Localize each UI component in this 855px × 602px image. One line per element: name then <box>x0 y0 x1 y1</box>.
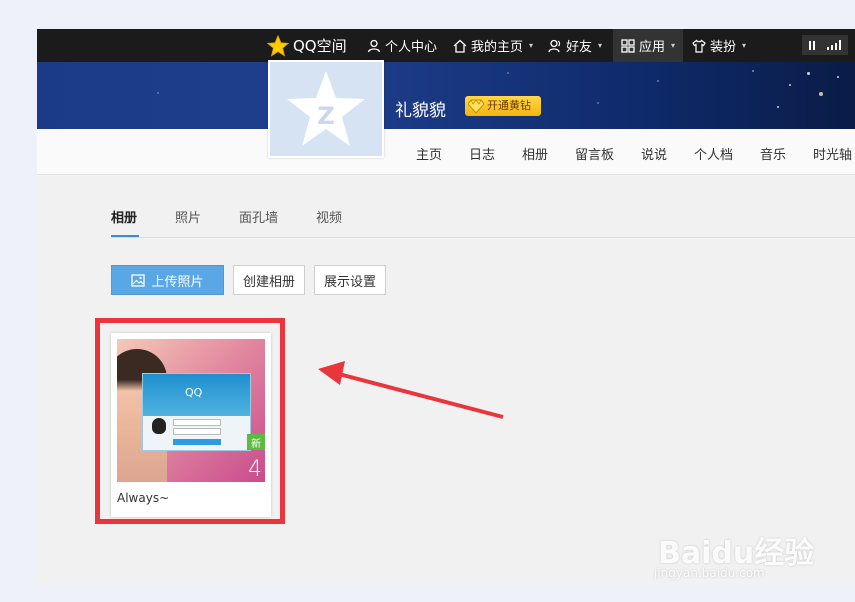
avatar[interactable]: Z <box>268 60 384 158</box>
nav-item-blog[interactable]: 日志 <box>469 144 495 163</box>
qzone-star-avatar-icon: Z <box>287 71 365 146</box>
nav-item-timeline[interactable]: 时光轴 <box>813 144 852 163</box>
topbar-item-my-home[interactable]: 我的主页 ▾ <box>453 29 533 62</box>
friends-icon <box>548 39 561 52</box>
topbar-item-label: 好友 <box>566 40 593 55</box>
pause-icon[interactable] <box>809 40 815 50</box>
profile-name[interactable]: 礼貌貌 <box>395 96 446 121</box>
vip-label: 开通黄钻 <box>487 99 531 112</box>
display-settings-button[interactable]: 展示设置 <box>314 265 386 295</box>
user-icon <box>367 39 381 52</box>
music-player-control[interactable] <box>802 35 848 55</box>
nav-item-home[interactable]: 主页 <box>416 144 442 163</box>
topbar-item-personal-center[interactable]: 个人中心 <box>367 29 437 62</box>
home-icon <box>453 39 467 53</box>
tab-photos[interactable]: 照片 <box>175 207 201 226</box>
tab-face-wall[interactable]: 面孔墙 <box>239 207 278 226</box>
diamond-icon <box>468 99 484 114</box>
highlight-box <box>95 318 285 524</box>
topbar-item-label: 应用 <box>639 40 666 55</box>
qzone-brand[interactable]: QQ空间 <box>267 29 347 62</box>
topbar-item-friends[interactable]: 好友 ▾ <box>548 29 602 62</box>
create-album-button[interactable]: 创建相册 <box>233 265 305 295</box>
tab-divider <box>111 237 855 238</box>
chevron-down-icon: ▾ <box>529 41 534 50</box>
topbar-item-label: 装扮 <box>710 40 737 55</box>
topbar-item-label: 个人中心 <box>385 40 438 55</box>
top-bar: QQ空间 个人中心 我的主页 ▾ 好友 ▾ 应用 ▾ 装扮 ▾ <box>37 29 855 62</box>
nav-item-profile[interactable]: 个人档 <box>694 144 733 163</box>
apps-grid-icon <box>621 38 635 53</box>
profile-banner <box>37 62 855 129</box>
brand-label: QQ空间 <box>293 37 347 55</box>
svg-text:Z: Z <box>317 102 334 130</box>
chevron-down-icon: ▾ <box>598 41 603 50</box>
nav-item-status[interactable]: 说说 <box>641 144 667 163</box>
display-settings-label: 展示设置 <box>323 274 376 290</box>
volume-bars-icon <box>827 40 841 50</box>
upload-label: 上传照片 <box>151 274 204 290</box>
upload-photo-button[interactable]: 上传照片 <box>111 265 224 295</box>
tab-videos[interactable]: 视频 <box>316 207 342 226</box>
nav-item-message-board[interactable]: 留言板 <box>575 144 614 163</box>
main-nav: 主页 日志 相册 留言板 说说 个人档 音乐 时光轴 <box>37 129 855 175</box>
nav-item-music[interactable]: 音乐 <box>760 144 786 163</box>
photo-upload-icon <box>131 273 146 287</box>
topbar-item-label: 我的主页 <box>471 40 524 55</box>
topbar-item-decorate[interactable]: 装扮 ▾ <box>692 29 746 62</box>
open-vip-button[interactable]: 开通黄钻 <box>465 96 541 116</box>
tab-albums[interactable]: 相册 <box>111 207 137 226</box>
chevron-down-icon: ▾ <box>742 41 747 50</box>
tshirt-icon <box>692 39 706 53</box>
topbar-item-apps[interactable]: 应用 ▾ <box>613 29 684 62</box>
nav-item-album[interactable]: 相册 <box>522 144 548 163</box>
star-logo-icon <box>267 34 289 57</box>
chevron-down-icon: ▾ <box>671 41 676 50</box>
baidu-watermark-url: jingyan.baidu.com <box>654 566 765 580</box>
create-album-label: 创建相册 <box>242 274 295 290</box>
